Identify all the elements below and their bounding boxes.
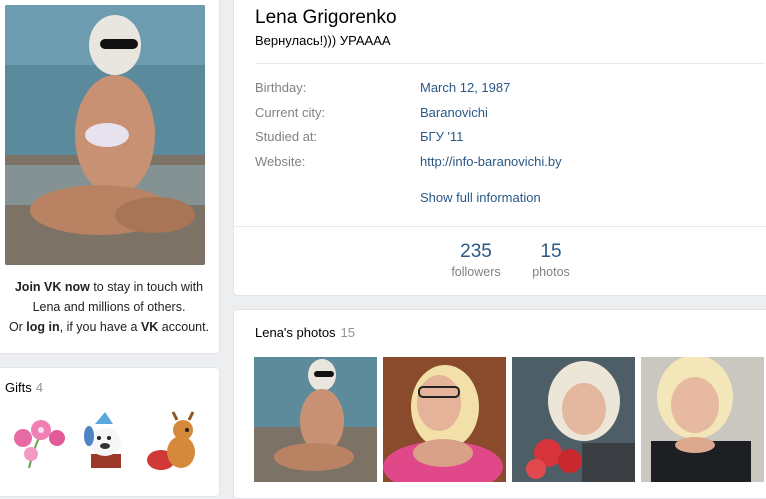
photo-thumbnail[interactable] (641, 357, 764, 482)
gifts-card: Gifts 4 (0, 367, 220, 497)
show-full-info-link[interactable]: Show full information (420, 190, 541, 205)
divider (255, 63, 765, 64)
deer-icon (147, 411, 195, 470)
gift-flowers[interactable] (9, 408, 71, 474)
info-label: Birthday: (255, 80, 307, 95)
info-row-birthday: Birthday: March 12, 1987 (255, 80, 755, 100)
photo-image (254, 357, 377, 482)
photo-image (512, 357, 635, 482)
profile-avatar[interactable] (5, 5, 205, 265)
info-label: Website: (255, 154, 306, 169)
photos-counter[interactable]: 15 photos (526, 241, 576, 279)
info-row-studied: Studied at: БГУ '11 (255, 129, 755, 149)
dog-icon (84, 412, 121, 468)
gift-dog[interactable] (79, 408, 141, 474)
info-value-city[interactable]: Baranovichi (420, 105, 488, 120)
profile-name: Lena Grigorenko (255, 7, 397, 28)
counter-number: 15 (540, 241, 562, 262)
profile-sidebar-card: Join VK now to stay in touch with Lena a… (0, 0, 220, 354)
photo-thumbnail[interactable] (383, 357, 506, 482)
flower-icon (14, 420, 65, 469)
info-label: Studied at: (255, 129, 318, 144)
info-label: Current city: (255, 105, 326, 120)
counter-label: followers (451, 265, 501, 279)
info-row-city: Current city: Baranovichi (255, 105, 755, 125)
photos-header[interactable]: Lena's photos 15 (255, 325, 355, 340)
profile-info-card: Lena Grigorenko Вернулась!))) УРАААА Bir… (233, 0, 766, 296)
photo-thumbnail[interactable] (254, 357, 377, 482)
join-vk-link[interactable]: Join VK now (15, 280, 90, 294)
photo-image (383, 357, 506, 482)
info-value-studied[interactable]: БГУ '11 (420, 129, 463, 144)
photo-thumbnail[interactable] (512, 357, 635, 482)
divider (234, 226, 766, 227)
followers-counter[interactable]: 235 followers (446, 241, 506, 279)
counter-label: photos (532, 265, 570, 279)
avatar-image (5, 5, 205, 265)
info-value-website[interactable]: http://info-baranovichi.by (420, 154, 562, 169)
join-vk-text: Join VK now to stay in touch with Lena a… (8, 280, 210, 334)
info-value-birthday[interactable]: March 12, 1987 (420, 80, 510, 95)
profile-status: Вернулась!))) УРАААА (255, 33, 391, 48)
gift-deer[interactable] (143, 408, 205, 474)
info-row-website: Website: http://info-baranovichi.by (255, 154, 755, 174)
counter-number: 235 (460, 241, 492, 262)
login-link[interactable]: log in (26, 320, 59, 334)
photo-image (641, 357, 764, 482)
gifts-header[interactable]: Gifts 4 (5, 380, 43, 395)
photos-card: Lena's photos 15 (233, 309, 766, 499)
